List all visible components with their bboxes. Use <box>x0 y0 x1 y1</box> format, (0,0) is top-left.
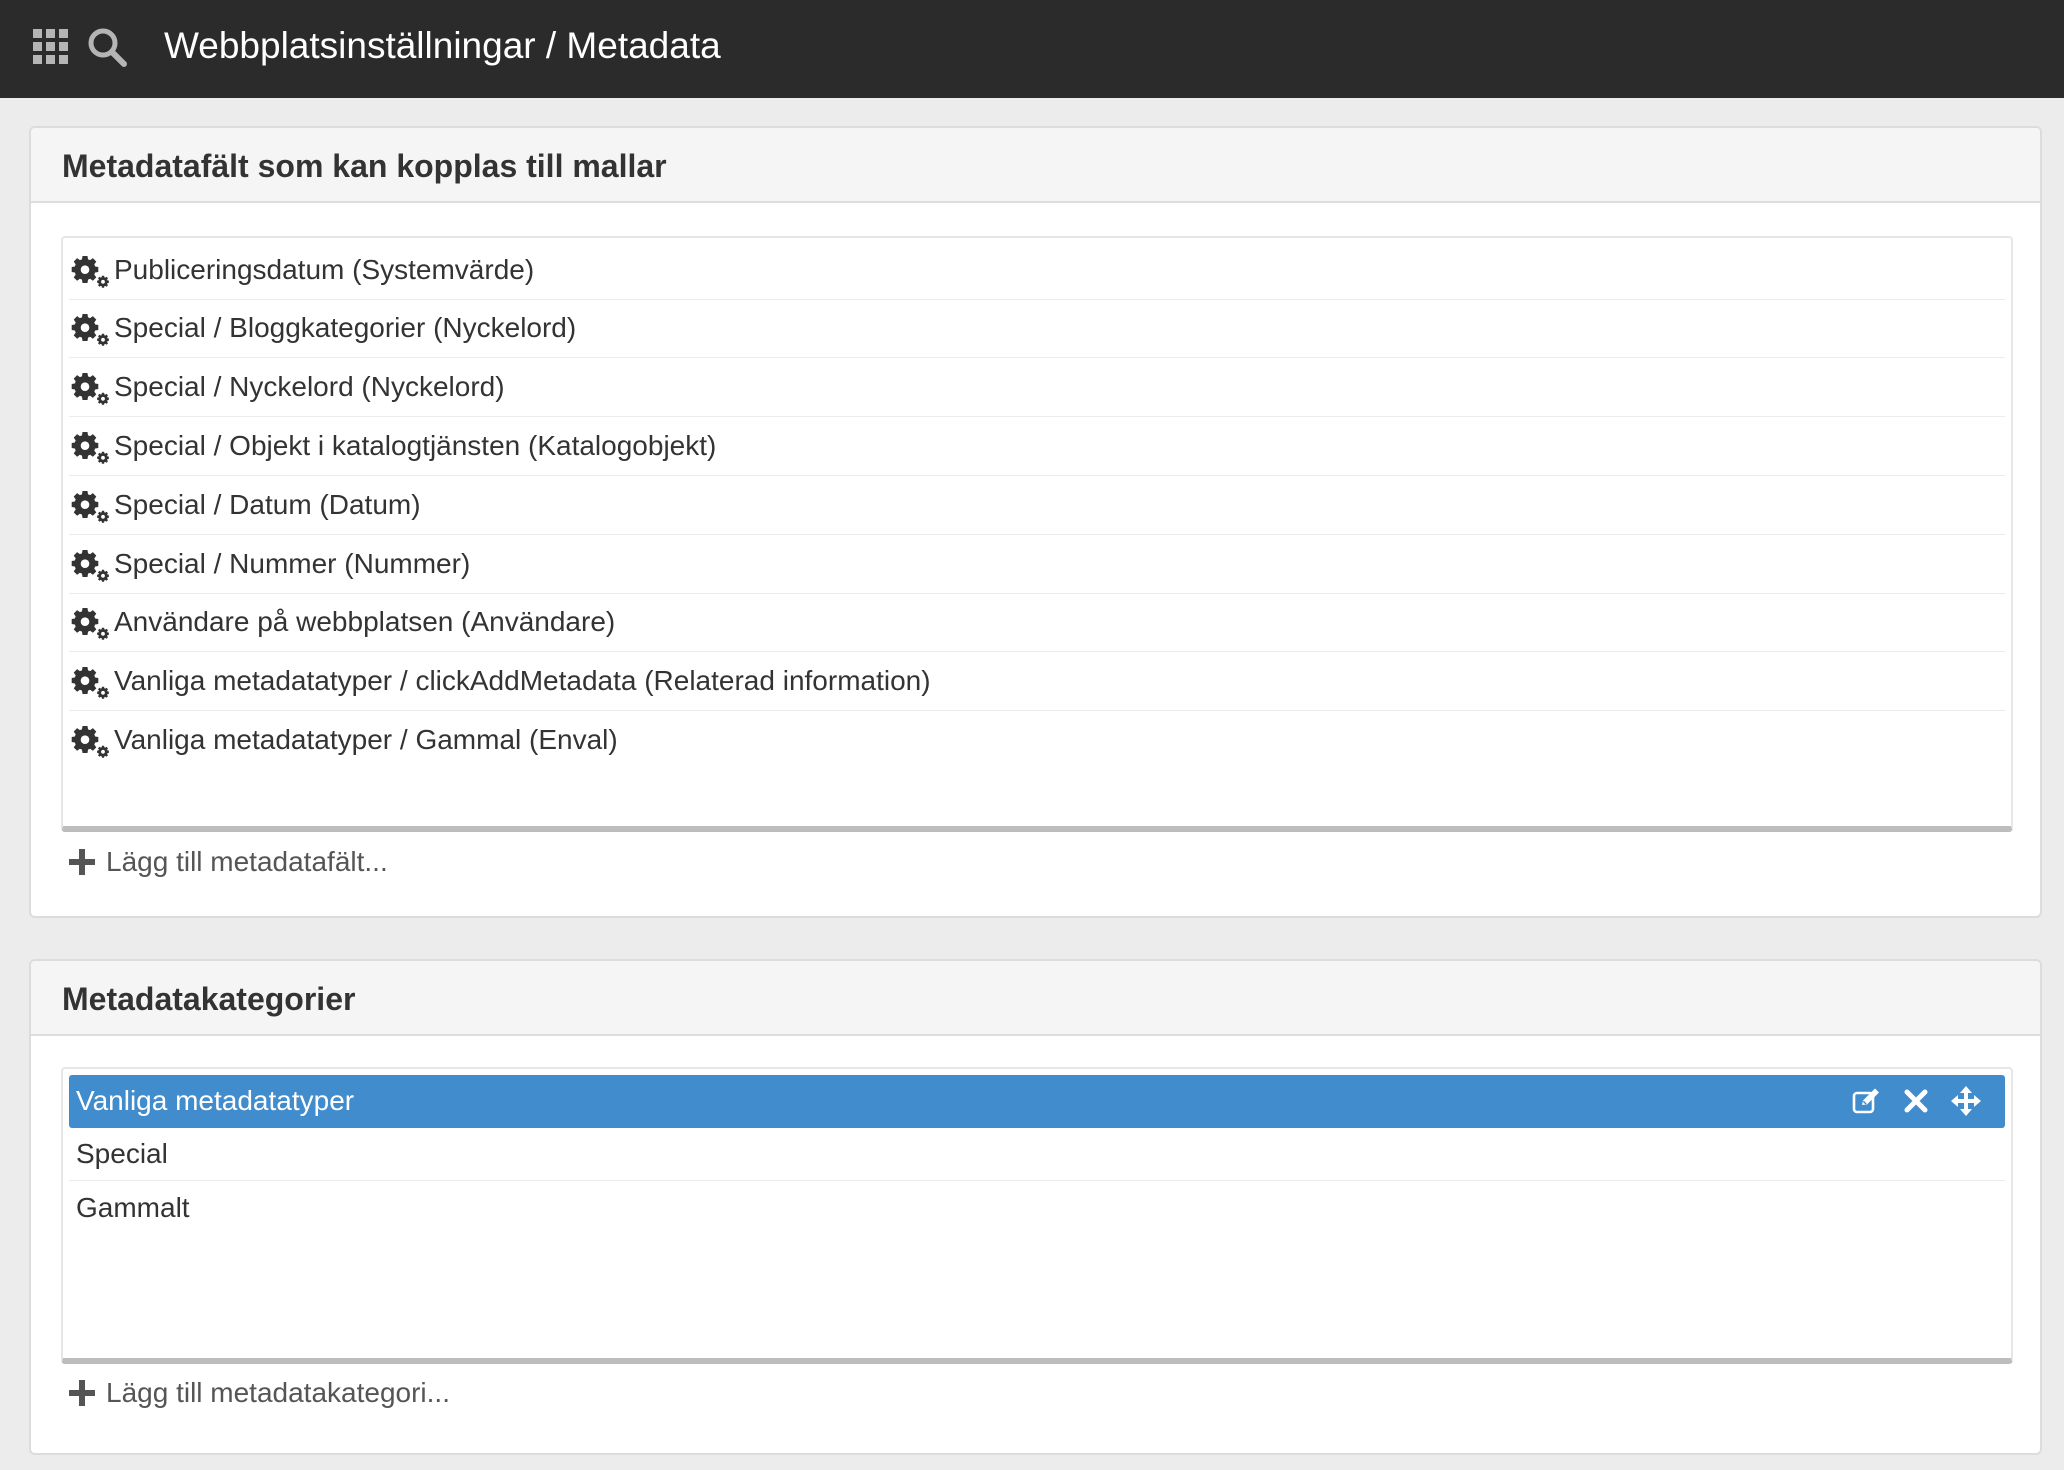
gear-icon <box>71 726 109 758</box>
top-bar: Webbplatsinställningar / Metadata <box>0 0 2064 98</box>
row-actions <box>1851 1086 1981 1116</box>
metadata-categories-panel: Metadatakategorier Vanliga metadatatyper <box>29 959 2042 1455</box>
panel-header: Metadatakategorier <box>31 961 2040 1036</box>
list-item[interactable]: Special / Datum (Datum) <box>69 477 2005 535</box>
category-label: Gammalt <box>76 1192 190 1223</box>
list-item[interactable]: Special / Nummer (Nummer) <box>69 536 2005 594</box>
gear-icon <box>71 314 109 346</box>
panel-title: Metadatafält som kan kopplas till mallar <box>62 148 667 184</box>
gear-icon <box>71 550 109 582</box>
delete-icon[interactable] <box>1901 1086 1931 1116</box>
field-label: Vanliga metadatatyper / clickAddMetadata… <box>114 665 931 696</box>
list-item[interactable]: Special / Nyckelord (Nyckelord) <box>69 359 2005 417</box>
field-label: Special / Objekt i katalogtjänsten (Kata… <box>114 430 717 461</box>
panel-header: Metadatafält som kan kopplas till mallar <box>31 128 2040 203</box>
gear-icon <box>71 608 109 640</box>
panel-title: Metadatakategorier <box>62 981 356 1017</box>
page-title: Webbplatsinställningar / Metadata <box>164 25 721 66</box>
add-metadata-category-link[interactable]: Lägg till metadatakategori... <box>69 1373 450 1413</box>
gear-icon <box>71 432 109 464</box>
field-label: Special / Bloggkategorier (Nyckelord) <box>114 312 577 343</box>
category-label: Special <box>76 1138 168 1169</box>
list-item[interactable]: Vanliga metadatatyper / clickAddMetadata… <box>69 653 2005 711</box>
list-item[interactable]: Vanliga metadatatyper / Gammal (Enval) <box>69 712 2005 770</box>
add-metadata-field-label: Lägg till metadatafält... <box>106 846 388 877</box>
list-item[interactable]: Special <box>69 1128 2005 1181</box>
add-metadata-category-label: Lägg till metadatakategori... <box>106 1377 450 1408</box>
list-item[interactable]: Special / Bloggkategorier (Nyckelord) <box>69 300 2005 358</box>
apps-grid-icon[interactable] <box>33 29 68 64</box>
plus-icon <box>69 1380 95 1406</box>
category-label: Vanliga metadatatyper <box>76 1085 355 1116</box>
gear-icon <box>71 491 109 523</box>
metadata-fields-panel: Metadatafält som kan kopplas till mallar… <box>29 126 2042 918</box>
plus-icon <box>69 849 95 875</box>
gear-icon <box>71 256 109 288</box>
field-label: Special / Nummer (Nummer) <box>114 548 471 579</box>
gear-icon <box>71 373 109 405</box>
move-icon[interactable] <box>1951 1086 1981 1116</box>
field-label: Vanliga metadatatyper / Gammal (Enval) <box>114 724 618 755</box>
list-item-selected[interactable]: Vanliga metadatatyper <box>69 1075 2005 1128</box>
search-icon[interactable] <box>86 26 128 68</box>
add-metadata-field-link[interactable]: Lägg till metadatafält... <box>69 842 388 882</box>
list-item[interactable]: Special / Objekt i katalogtjänsten (Kata… <box>69 418 2005 476</box>
field-label: Användare på webbplatsen (Användare) <box>114 606 616 637</box>
field-label: Special / Nyckelord (Nyckelord) <box>114 371 505 402</box>
metadata-fields-list: Publiceringsdatum (Systemvärde) Special … <box>61 236 2013 832</box>
gear-icon <box>71 667 109 699</box>
list-item[interactable]: Publiceringsdatum (Systemvärde) <box>69 242 2005 300</box>
edit-icon[interactable] <box>1851 1086 1881 1116</box>
list-item[interactable]: Gammalt <box>69 1182 2005 1235</box>
field-label: Publiceringsdatum (Systemvärde) <box>114 254 535 285</box>
list-item[interactable]: Användare på webbplatsen (Användare) <box>69 594 2005 652</box>
field-label: Special / Datum (Datum) <box>114 489 421 520</box>
metadata-categories-list: Vanliga metadatatyper Special Gammalt <box>61 1067 2013 1364</box>
